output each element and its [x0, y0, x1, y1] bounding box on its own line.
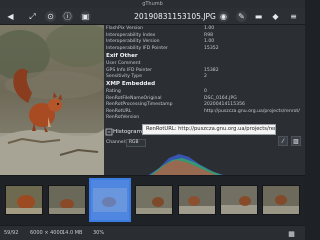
thumbnail[interactable] [220, 185, 258, 215]
title-bar: gThumb [0, 0, 305, 8]
meta-row: User Comment [106, 61, 141, 66]
edit-image-icon[interactable]: ▣ [80, 11, 91, 22]
channel-label: Channel: [106, 140, 127, 145]
meta-row: Rating 0 [106, 89, 207, 94]
meta-row: Interoperability IFD Pointer 15352 [106, 45, 219, 51]
image-viewer[interactable] [0, 25, 104, 175]
meta-row: RenRotURL http://puszcza.gnu.org.ua/proje… [106, 108, 300, 114]
zoom-fit-icon[interactable]: ⊙ [45, 11, 56, 22]
meta-row: RenRotProcessingTimestamp 20200414115356 [106, 102, 245, 107]
meta-row: GPS Info IFD Pointer 15382 [106, 67, 219, 73]
image-filename: 20190831153105.JPG [134, 12, 216, 21]
fullscreen-icon[interactable]: ⤢ [27, 11, 38, 22]
meta-row: Sensitivity Type 2 [106, 74, 207, 79]
histogram-controls: Channel: RGB [104, 138, 305, 148]
thumbnail-selected[interactable] [89, 178, 131, 222]
meta-row: RenRotFileNameOriginal DSC_0164.JPG [106, 95, 237, 101]
meta-row: FlashPix Version 1.00 [106, 26, 215, 31]
grid-view-icon[interactable]: ▦ [286, 229, 297, 238]
tag-icon[interactable]: ◆ [270, 11, 281, 22]
color-picker-icon[interactable]: ◉ [218, 11, 229, 22]
back-arrow-icon[interactable]: ◀ [5, 11, 16, 22]
meta-row: RenRotVersion [106, 115, 140, 120]
expander-icon[interactable] [105, 127, 113, 137]
histogram-log-icon[interactable]: ▨ [291, 136, 301, 146]
zoom-level: 30% [93, 230, 105, 236]
thumbnail[interactable] [5, 185, 43, 215]
image-dimensions: 6000 × 4000 [30, 230, 63, 236]
thumbnail[interactable] [135, 185, 173, 215]
menu-icon[interactable]: ≡ [288, 11, 299, 22]
file-size: 14.0 MB [62, 230, 83, 236]
meta-row: Interoperability Version 1.00 [106, 39, 215, 44]
squirrel-photo [0, 25, 104, 175]
meta-row: Interoperability Index R98 [106, 32, 214, 38]
window-title: gThumb [142, 1, 163, 7]
filmstrip[interactable] [0, 175, 305, 225]
gthumb-window: gThumb ◀ ⤢ ⊙ ⓘ ▣ 20190831153105.JPG ◉ ✎ … [0, 0, 305, 240]
metadata-tooltip: RenRotURL: http://puszcza.gnu.org.ua/pro… [142, 124, 276, 135]
image-info-icon[interactable]: ⓘ [62, 11, 73, 22]
thumbnail[interactable] [48, 185, 86, 215]
pencil-icon[interactable]: ✎ [236, 11, 247, 22]
histogram-header[interactable]: Histogram [104, 127, 144, 137]
toolbar: ◀ ⤢ ⊙ ⓘ ▣ 20190831153105.JPG ◉ ✎ ▬ ◆ ≡ [0, 8, 305, 25]
thumbnail[interactable] [178, 185, 216, 215]
image-index: 59/92 [4, 230, 19, 236]
status-bar: 59/92 6000 × 4000 14.0 MB 30% ▦ [0, 225, 305, 240]
section-xmp-embedded: XMP Embedded [106, 81, 156, 87]
section-exif-other: Exif Other [106, 53, 138, 59]
thumbnail[interactable] [262, 185, 300, 215]
browse-icon[interactable]: ▬ [253, 11, 264, 22]
histogram-title: Histogram [113, 129, 143, 135]
histogram-linear-icon[interactable]: ⁄ [278, 136, 288, 146]
channel-select[interactable]: RGB [126, 139, 146, 147]
